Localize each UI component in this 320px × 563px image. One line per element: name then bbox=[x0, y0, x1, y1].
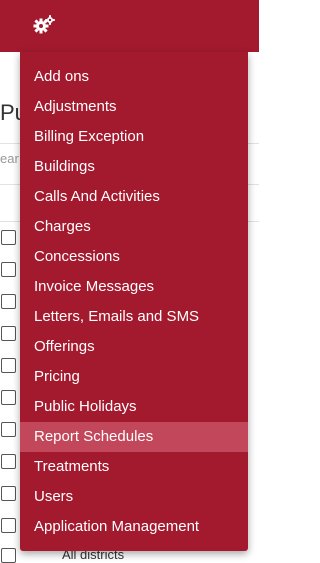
settings-menu-list: Add ons Adjustments Billing Exception Bu… bbox=[20, 52, 248, 542]
row-checkbox[interactable] bbox=[1, 548, 16, 563]
menu-item-treatments[interactable]: Treatments bbox=[20, 452, 248, 482]
menu-item-calls-and-activities[interactable]: Calls And Activities bbox=[20, 182, 248, 212]
row-checkbox[interactable] bbox=[1, 390, 16, 405]
menu-item-billing-exception[interactable]: Billing Exception bbox=[20, 122, 248, 152]
menu-item-application-management[interactable]: Application Management bbox=[20, 512, 248, 542]
settings-dropdown-menu: Add ons Adjustments Billing Exception Bu… bbox=[20, 52, 248, 551]
menu-item-buildings[interactable]: Buildings bbox=[20, 152, 248, 182]
row-checkbox[interactable] bbox=[1, 358, 16, 373]
menu-item-letters-emails-sms[interactable]: Letters, Emails and SMS bbox=[20, 302, 248, 332]
top-navbar bbox=[0, 0, 259, 52]
row-checkbox[interactable] bbox=[1, 326, 16, 341]
menu-item-public-holidays[interactable]: Public Holidays bbox=[20, 392, 248, 422]
menu-item-report-schedules[interactable]: Report Schedules bbox=[20, 422, 248, 452]
search-input-partial[interactable]: ear bbox=[0, 151, 19, 166]
row-checkbox[interactable] bbox=[1, 422, 16, 437]
row-checkbox[interactable] bbox=[1, 230, 16, 245]
menu-item-concessions[interactable]: Concessions bbox=[20, 242, 248, 272]
menu-item-users[interactable]: Users bbox=[20, 482, 248, 512]
menu-item-offerings[interactable]: Offerings bbox=[20, 332, 248, 362]
menu-item-invoice-messages[interactable]: Invoice Messages bbox=[20, 272, 248, 302]
gears-icon[interactable] bbox=[33, 15, 55, 35]
row-checkbox[interactable] bbox=[1, 294, 16, 309]
menu-item-pricing[interactable]: Pricing bbox=[20, 362, 248, 392]
row-checkbox[interactable] bbox=[1, 518, 16, 533]
row-checkbox[interactable] bbox=[1, 454, 16, 469]
menu-item-charges[interactable]: Charges bbox=[20, 212, 248, 242]
menu-item-add-ons[interactable]: Add ons bbox=[20, 62, 248, 92]
row-checkbox[interactable] bbox=[1, 262, 16, 277]
menu-item-adjustments[interactable]: Adjustments bbox=[20, 92, 248, 122]
row-checkbox[interactable] bbox=[1, 486, 16, 501]
